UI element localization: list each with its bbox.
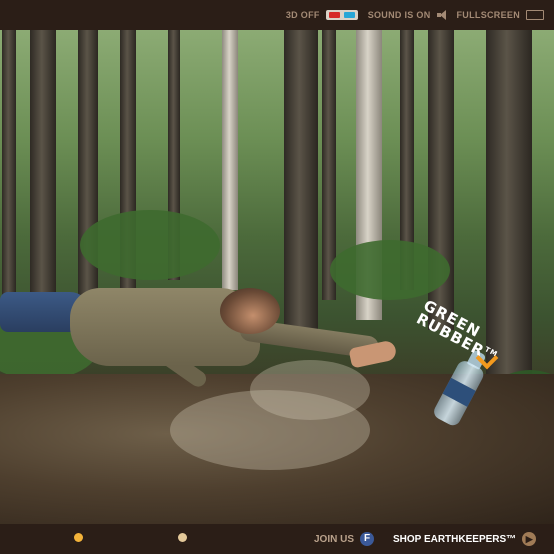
3d-glasses-icon — [325, 10, 358, 20]
3d-toggle[interactable]: 3D OFF — [286, 10, 358, 20]
slide-dot-1[interactable] — [74, 533, 83, 542]
shop-label: SHOP EARTHKEEPERS™ — [393, 533, 517, 545]
slide-dot-2[interactable] — [178, 533, 187, 542]
sound-toggle[interactable]: SOUND IS ON — [368, 10, 447, 20]
3d-toggle-label: 3D OFF — [285, 10, 320, 20]
arrow-right-icon: ▶ — [522, 532, 537, 546]
fullscreen-icon — [526, 10, 544, 20]
join-us-label: JOIN US — [314, 533, 355, 545]
fullscreen-label: FULLSCREEN — [456, 10, 520, 20]
birch-trunk — [222, 30, 238, 290]
sound-toggle-label: SOUND IS ON — [367, 10, 431, 20]
facebook-icon: f — [360, 532, 375, 546]
hero-forest-scene: GREEN RUBBERTM — [0, 30, 554, 524]
top-toolbar: 3D OFF SOUND IS ON FULLSCREEN — [0, 0, 554, 30]
join-us-link[interactable]: JOIN US f — [314, 532, 375, 546]
head — [220, 288, 280, 334]
speaker-icon — [436, 10, 447, 20]
shop-earthkeepers-link[interactable]: SHOP EARTHKEEPERS™ ▶ — [393, 532, 537, 546]
diving-man — [0, 258, 410, 408]
bottom-toolbar: JOIN US f SHOP EARTHKEEPERS™ ▶ — [0, 524, 554, 554]
fullscreen-button[interactable]: FULLSCREEN — [456, 10, 544, 20]
